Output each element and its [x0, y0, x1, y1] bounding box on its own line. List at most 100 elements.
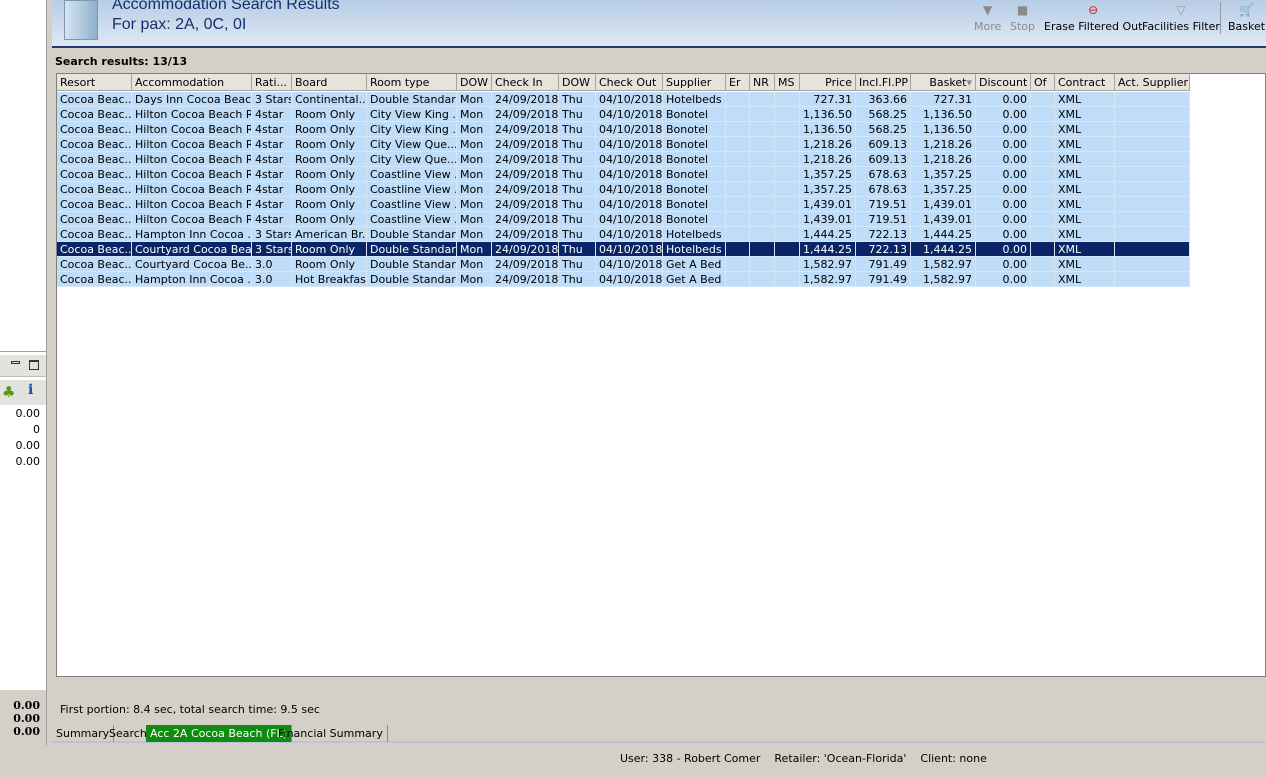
column-header[interactable]: Check In — [492, 74, 559, 91]
table-cell: 1,136.50 — [800, 122, 856, 137]
column-header[interactable]: Er — [726, 74, 750, 91]
table-cell — [1031, 272, 1055, 287]
table-cell: Hilton Cocoa Beach R... — [132, 182, 252, 197]
table-cell: 791.49 — [856, 272, 911, 287]
table-cell: Hilton Cocoa Beach R... — [132, 137, 252, 152]
left-value: 0 — [33, 423, 40, 436]
column-header[interactable]: Resort — [57, 74, 132, 91]
table-cell: 678.63 — [856, 167, 911, 182]
table-cell: Mon — [457, 167, 492, 182]
table-cell: Mon — [457, 182, 492, 197]
table-cell: Courtyard Cocoa Be... — [132, 257, 252, 272]
table-cell: 3.0 — [252, 272, 292, 287]
table-cell — [750, 137, 775, 152]
table-cell: 722.13 — [856, 227, 911, 242]
column-header[interactable]: MS — [775, 74, 800, 91]
table-cell: 0.00 — [976, 212, 1031, 227]
table-cell: XML — [1055, 152, 1115, 167]
table-cell — [1031, 92, 1055, 107]
table-cell: Thu — [559, 182, 596, 197]
table-cell — [726, 167, 750, 182]
table-cell: Double Standard — [367, 92, 457, 107]
column-header[interactable]: NR — [750, 74, 775, 91]
basket-button[interactable]: 🛒 Basket — [1228, 2, 1265, 36]
table-cell: Cocoa Beac... — [57, 197, 132, 212]
table-cell: Cocoa Beac... — [57, 257, 132, 272]
info-icon[interactable]: i — [28, 382, 33, 398]
table-cell — [775, 107, 800, 122]
table-cell: 1,439.01 — [911, 197, 976, 212]
table-cell: Cocoa Beac... — [57, 152, 132, 167]
table-cell: 1,444.25 — [911, 227, 976, 242]
table-cell: Cocoa Beac... — [57, 242, 132, 257]
table-cell: 0.00 — [976, 92, 1031, 107]
minimize-icon[interactable] — [11, 361, 20, 364]
table-cell: Coastline View ... — [367, 167, 457, 182]
column-header[interactable]: Act. Supplier — [1115, 74, 1190, 91]
palm-tree-icon[interactable]: ♣ — [2, 383, 15, 401]
column-header[interactable]: Room type — [367, 74, 457, 91]
tab-financial-summary[interactable]: Financial Summary — [274, 725, 388, 742]
column-header[interactable]: Contract — [1055, 74, 1115, 91]
column-header[interactable]: Of — [1031, 74, 1055, 91]
stop-icon: ■ — [1016, 3, 1029, 17]
table-cell: Thu — [559, 227, 596, 242]
table-cell: 24/09/2018 — [492, 257, 559, 272]
table-cell: XML — [1055, 197, 1115, 212]
erase-filtered-out-button[interactable]: ⊖ Erase Filtered Out — [1044, 2, 1142, 36]
table-cell: Room Only — [292, 167, 367, 182]
column-header[interactable]: Incl.Fl.PP — [856, 74, 911, 91]
table-cell: Cocoa Beac... — [57, 122, 132, 137]
table-cell — [1031, 257, 1055, 272]
table-cell: 722.13 — [856, 242, 911, 257]
column-header-sorted[interactable]: Basket▾ — [911, 74, 976, 91]
column-header[interactable]: Supplier — [663, 74, 726, 91]
table-cell — [1115, 242, 1190, 257]
table-cell — [726, 152, 750, 167]
table-cell: Thu — [559, 152, 596, 167]
facilities-filter-button[interactable]: ▽ Facilities Filter — [1142, 2, 1220, 36]
table-cell — [750, 272, 775, 287]
table-cell: 1,582.97 — [911, 272, 976, 287]
table-cell — [1115, 152, 1190, 167]
results-table[interactable]: Resort Accommodation Rati... Board Room type… — [56, 73, 1266, 677]
table-cell — [1115, 212, 1190, 227]
column-header[interactable]: DOW — [457, 74, 492, 91]
table-cell: 04/10/2018 — [596, 242, 663, 257]
table-cell: City View Que... — [367, 152, 457, 167]
table-cell: 04/10/2018 — [596, 272, 663, 287]
table-cell: 24/09/2018 — [492, 182, 559, 197]
maximize-icon[interactable] — [29, 360, 39, 370]
table-cell: Hilton Cocoa Beach R... — [132, 167, 252, 182]
table-cell: XML — [1055, 107, 1115, 122]
column-header[interactable]: DOW — [559, 74, 596, 91]
table-cell — [1031, 167, 1055, 182]
page-title: Accommodation Search Results — [112, 0, 340, 13]
column-header[interactable]: Check Out — [596, 74, 663, 91]
stop-button[interactable]: ■ Stop — [1010, 2, 1035, 36]
tab-search[interactable]: Search — [105, 725, 152, 742]
table-cell — [750, 197, 775, 212]
total-value: 0.00 — [13, 699, 40, 712]
table-cell: XML — [1055, 137, 1115, 152]
table-cell: City View King ... — [367, 122, 457, 137]
table-cell: Thu — [559, 167, 596, 182]
column-header[interactable]: Board — [292, 74, 367, 91]
column-header[interactable]: Discount — [976, 74, 1031, 91]
more-button[interactable]: ▼ More — [974, 2, 1001, 36]
table-cell: Room Only — [292, 197, 367, 212]
table-cell: 4star — [252, 167, 292, 182]
table-cell — [1115, 182, 1190, 197]
column-header[interactable]: Price — [800, 74, 856, 91]
table-cell: 1,439.01 — [911, 212, 976, 227]
table-cell: Double Standard — [367, 257, 457, 272]
column-header[interactable]: Accommodation — [132, 74, 252, 91]
table-cell: Mon — [457, 257, 492, 272]
search-time-status: First portion: 8.4 sec, total search tim… — [60, 703, 320, 716]
table-cell: Cocoa Beac... — [57, 227, 132, 242]
table-cell: City View King ... — [367, 107, 457, 122]
table-cell: Continental... — [292, 92, 367, 107]
tab-acc-cocoa-beach[interactable]: Acc 2A Cocoa Beach (FL) — [146, 725, 292, 742]
column-header[interactable]: Rati... — [252, 74, 292, 91]
left-totals: 0.00 0.00 0.00 — [0, 690, 46, 745]
